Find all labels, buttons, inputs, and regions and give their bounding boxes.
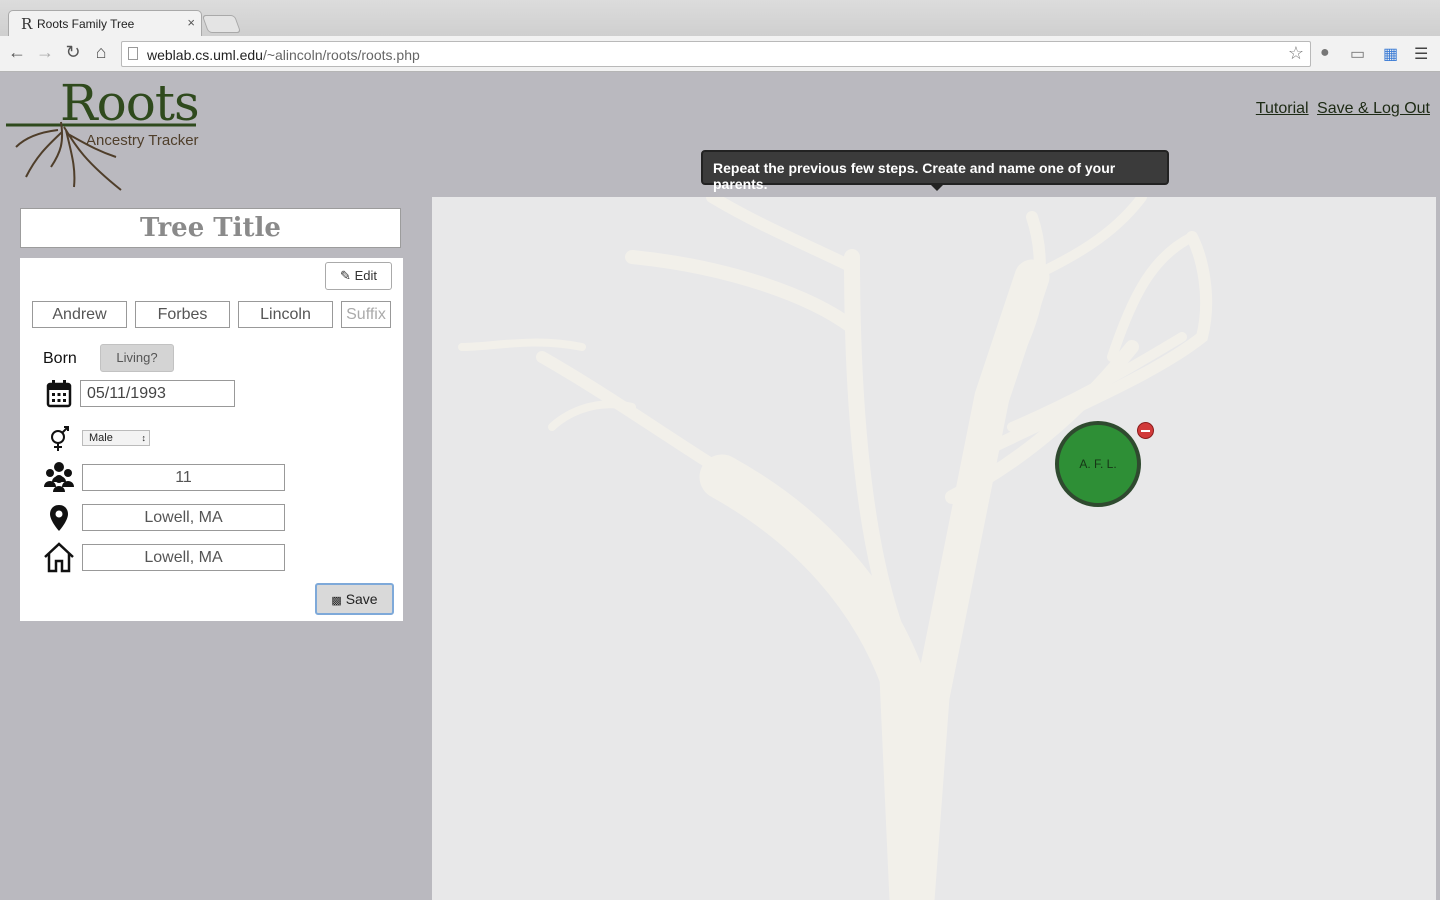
home-icon[interactable]: ⌂ bbox=[90, 42, 112, 63]
suffix-field[interactable]: Suffix bbox=[341, 301, 391, 328]
save-button[interactable]: ▩ Save bbox=[315, 583, 394, 615]
home-icon bbox=[44, 542, 74, 573]
translate-icon[interactable]: ▦ bbox=[1383, 44, 1398, 64]
roots-favicon-icon: R bbox=[21, 15, 33, 33]
family-icon bbox=[44, 462, 74, 492]
tutorial-tooltip: Repeat the previous few steps. Create an… bbox=[701, 150, 1169, 192]
page-icon bbox=[128, 47, 138, 60]
tree-canvas[interactable] bbox=[432, 197, 1436, 900]
save-label: Save bbox=[345, 591, 378, 607]
close-icon[interactable]: × bbox=[187, 15, 195, 30]
browser-toolbar: ← → ↻ ⌂ weblab.cs.uml.edu/~alincoln/root… bbox=[0, 36, 1440, 72]
roots-logo[interactable]: Roots Ancestry Tracker bbox=[6, 72, 206, 194]
extension-icon[interactable]: ● bbox=[1320, 44, 1330, 62]
tree-title[interactable]: Tree Title bbox=[20, 208, 401, 248]
logo-title: Roots bbox=[60, 74, 200, 132]
url-text: weblab.cs.uml.edu/~alincoln/roots/roots.… bbox=[147, 47, 420, 63]
gender-select[interactable]: Male ↕ bbox=[82, 430, 150, 446]
gender-value: Male bbox=[89, 432, 113, 444]
reload-icon[interactable]: ↻ bbox=[62, 42, 84, 63]
siblings-field[interactable]: 11 bbox=[82, 464, 285, 491]
remove-node-icon[interactable] bbox=[1137, 422, 1154, 439]
new-tab-button[interactable] bbox=[201, 15, 242, 33]
bookmark-star-icon[interactable]: ☆ bbox=[1288, 43, 1304, 64]
forward-icon[interactable]: → bbox=[34, 42, 56, 63]
middle-name-field[interactable]: Forbes bbox=[135, 301, 230, 328]
born-label: Born bbox=[43, 350, 77, 367]
url-host: weblab.cs.uml.edu bbox=[147, 47, 263, 63]
page: Roots Ancestry Tracker Tutorial Save & L… bbox=[0, 72, 1440, 900]
last-name-field[interactable]: Lincoln bbox=[238, 301, 333, 328]
living-button[interactable]: Living? bbox=[100, 344, 174, 372]
gender-icon bbox=[51, 426, 69, 451]
tree-background-icon bbox=[458, 197, 1213, 900]
menu-icon[interactable]: ☰ bbox=[1414, 44, 1428, 64]
header-links: Tutorial Save & Log Out bbox=[1252, 100, 1430, 118]
birth-place-field[interactable]: Lowell, MA bbox=[82, 504, 285, 531]
first-name-field[interactable]: Andrew bbox=[32, 301, 127, 328]
person-node[interactable]: A. F. L. bbox=[1055, 421, 1141, 507]
logo-subtitle: Ancestry Tracker bbox=[86, 132, 199, 149]
address-bar[interactable]: weblab.cs.uml.edu/~alincoln/roots/roots.… bbox=[121, 41, 1311, 67]
edit-button[interactable]: ✎ Edit bbox=[325, 262, 392, 290]
edit-label: Edit bbox=[354, 268, 377, 283]
person-panel: ✎ Edit Andrew Forbes Lincoln Suffix Born… bbox=[20, 258, 403, 621]
browser-tab[interactable]: R Roots Family Tree × bbox=[8, 10, 202, 37]
pencil-icon: ✎ bbox=[340, 268, 351, 283]
cast-icon[interactable]: ▭ bbox=[1350, 44, 1365, 64]
residence-field[interactable]: Lowell, MA bbox=[82, 544, 285, 571]
birth-date-input[interactable]: 05/11/1993 bbox=[80, 380, 235, 407]
node-initials: A. F. L. bbox=[1079, 457, 1117, 471]
calendar-icon bbox=[46, 380, 72, 408]
save-logout-link[interactable]: Save & Log Out bbox=[1317, 100, 1430, 117]
floppy-disk-icon: ▩ bbox=[331, 595, 342, 607]
location-pin-icon bbox=[50, 505, 68, 531]
url-path: /~alincoln/roots/roots.php bbox=[262, 47, 420, 63]
browser-tabstrip: R Roots Family Tree × bbox=[0, 0, 1440, 37]
tutorial-link[interactable]: Tutorial bbox=[1256, 100, 1309, 117]
tab-title: Roots Family Tree bbox=[37, 17, 135, 31]
select-arrows-icon: ↕ bbox=[141, 433, 147, 443]
back-icon[interactable]: ← bbox=[6, 42, 28, 63]
